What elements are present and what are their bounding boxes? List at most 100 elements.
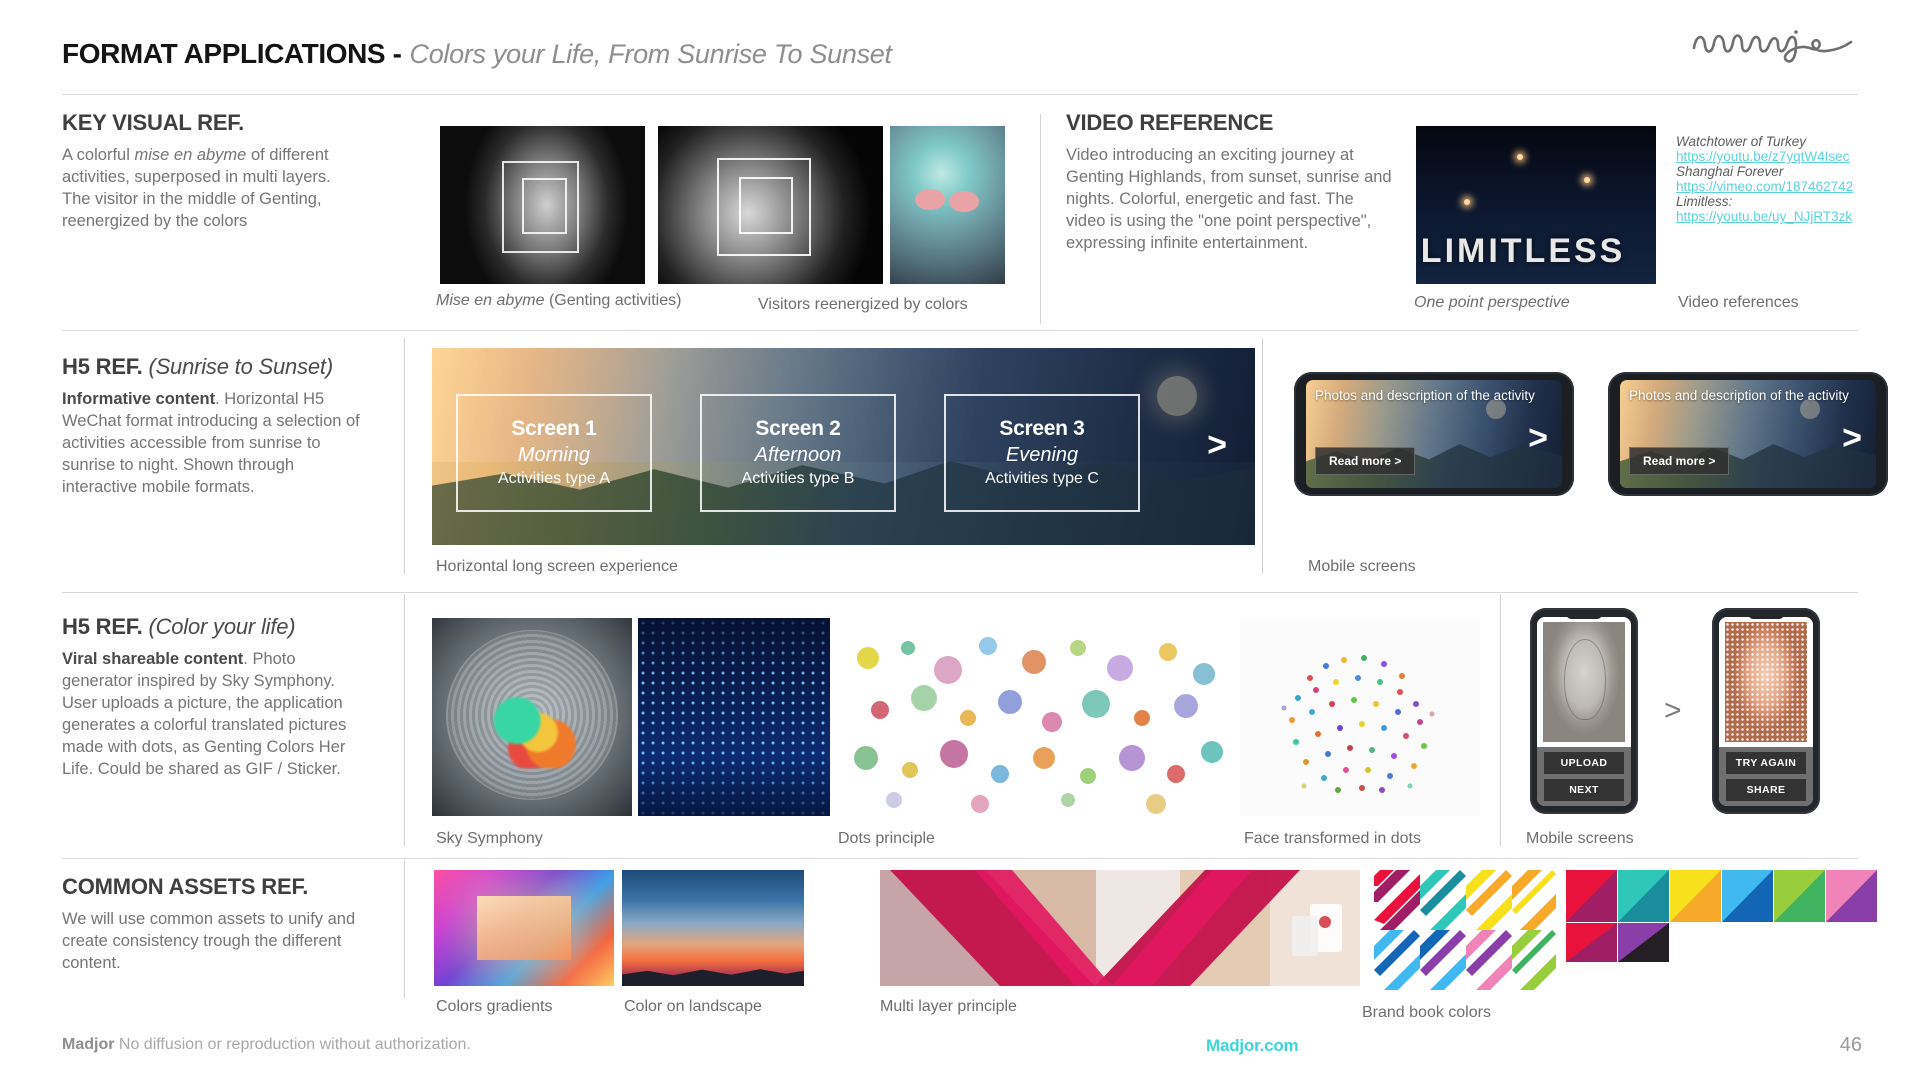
screen-2-title: Screen 2 xyxy=(755,416,841,440)
caption-multi-layer-principle: Multi layer principle xyxy=(880,998,1017,1015)
phone-2-screen: Photos and description of the activity R… xyxy=(1620,380,1876,488)
slide-footer: Madjor No diffusion or reproduction with… xyxy=(0,1020,1920,1080)
caption-video-references: Video references xyxy=(1678,294,1799,311)
screen-2-subtitle: Activities type B xyxy=(741,470,855,488)
video-link-url-1[interactable]: https://vimeo.com/187462742 xyxy=(1676,179,1853,194)
caption-mobile-screens-sunrise: Mobile screens xyxy=(1308,558,1416,575)
key-visual-heading: KEY VISUAL REF. xyxy=(62,110,245,135)
image-horizontal-long-screen: Screen 1 Morning Activities type A Scree… xyxy=(432,348,1255,545)
section-h5-sunrise: H5 REF. (Sunrise to Sunset) Informative … xyxy=(0,332,1920,578)
next-button[interactable]: NEXT xyxy=(1544,779,1624,801)
page-title: FORMAT APPLICATIONS - Colors your Life, … xyxy=(62,38,892,70)
image-face-dotted xyxy=(1725,622,1807,742)
image-limitless-text: LIMITLESS xyxy=(1420,232,1626,271)
screen-1-subtitle: Activities type A xyxy=(497,470,611,488)
mobile-screen-landscape-1[interactable]: Photos and description of the activity R… xyxy=(1294,372,1574,496)
common-assets-body: We will use common assets to unify and c… xyxy=(62,910,356,972)
h5-color-heading-bold: H5 REF. xyxy=(62,614,143,639)
image-multi-layer-principle xyxy=(880,870,1360,986)
key-visual-body-before: A colorful xyxy=(62,146,135,164)
slide-root: FORMAT APPLICATIONS - Colors your Life, … xyxy=(0,0,1920,1080)
caption-mobile-screens-color: Mobile screens xyxy=(1526,830,1634,847)
video-link-url-0[interactable]: https://youtu.be/z7yqtW4Isec xyxy=(1676,149,1853,164)
phone-1-overlay-text: Photos and description of the activity xyxy=(1315,388,1535,403)
transform-arrow-icon: > xyxy=(1664,694,1682,727)
screen-3-time: Evening xyxy=(1005,443,1079,466)
mobile-screen-landscape-2[interactable]: Photos and description of the activity R… xyxy=(1608,372,1888,496)
rule-row4 xyxy=(62,858,1858,859)
common-assets-heading-block: COMMON ASSETS REF. We will use common as… xyxy=(62,874,367,975)
vrule-h5-mobile xyxy=(1262,338,1263,574)
phone-3-button-area: UPLOAD NEXT xyxy=(1537,747,1631,806)
try-again-button[interactable]: TRY AGAIN xyxy=(1726,752,1806,774)
banner-screen-card-2[interactable]: Screen 2 Afternoon Activities type B xyxy=(700,394,896,512)
image-colors-gradients xyxy=(434,870,614,986)
banner-next-chevron-icon[interactable]: > xyxy=(1207,426,1227,465)
video-reference-heading: VIDEO REFERENCE xyxy=(1066,110,1274,135)
vrule-common-assets xyxy=(404,860,405,998)
h5-sunrise-heading-bold: H5 REF. xyxy=(62,354,143,379)
phone-notch-2 xyxy=(1747,612,1785,619)
share-button[interactable]: SHARE xyxy=(1726,779,1806,801)
mobile-screen-portrait-result[interactable]: TRY AGAIN SHARE xyxy=(1712,608,1820,814)
caption-horizontal-long-screen: Horizontal long screen experience xyxy=(436,558,678,575)
vrule-color-mobile xyxy=(1500,594,1501,846)
banner-screen-card-1[interactable]: Screen 1 Morning Activities type A xyxy=(456,394,652,512)
banner-moon xyxy=(1157,375,1198,416)
screen-1-title: Screen 1 xyxy=(511,416,597,440)
vrule-keyvisual-video xyxy=(1040,114,1041,324)
key-visual-body: A colorful mise en abyme of different ac… xyxy=(62,145,362,233)
image-color-on-landscape xyxy=(622,870,804,986)
h5-color-heading: H5 REF. (Color your life) xyxy=(62,614,367,640)
brand-book-color-grid xyxy=(1566,870,1878,967)
image-brand-chevron-pattern xyxy=(1374,870,1556,990)
page-title-main: FORMAT APPLICATIONS - xyxy=(62,38,402,69)
sky-symphony-color-splash xyxy=(492,689,576,769)
phone-3-screen: UPLOAD NEXT xyxy=(1537,617,1631,806)
image-mise-en-abyme-2 xyxy=(658,126,883,284)
light-glow-1 xyxy=(1516,154,1523,161)
phone-2-next-chevron-icon[interactable]: > xyxy=(1842,421,1862,455)
h5-sunrise-heading-italic: (Sunrise to Sunset) xyxy=(148,354,333,379)
footer-page-number: 46 xyxy=(1839,1034,1862,1056)
caption-mise-italic: Mise en abyme xyxy=(436,292,545,309)
section-common-assets: COMMON ASSETS REF. We will use common as… xyxy=(0,860,1920,1030)
phone-4-screen: TRY AGAIN SHARE xyxy=(1719,617,1813,806)
video-link-url-2[interactable]: https://youtu.be/uy_NJjRT3zk xyxy=(1676,209,1853,224)
footer-brand: Madjor xyxy=(62,1036,115,1053)
video-reference-heading-block: VIDEO REFERENCE Video introducing an exc… xyxy=(1066,110,1396,255)
h5-color-heading-block: H5 REF. (Color your life) Viral shareabl… xyxy=(62,614,367,781)
caption-dots-principle: Dots principle xyxy=(838,830,935,847)
vrule-h5-sunrise xyxy=(404,338,405,574)
h5-color-body-bold: Viral shareable content xyxy=(62,650,244,668)
h5-sunrise-body: Informative content. Horizontal H5 WeCha… xyxy=(62,389,367,499)
image-dots-principle xyxy=(838,618,1232,816)
h5-color-body: Viral shareable content. Photo generator… xyxy=(62,649,367,781)
banner-screen-card-3[interactable]: Screen 3 Evening Activities type C xyxy=(944,394,1140,512)
upload-button[interactable]: UPLOAD xyxy=(1544,752,1624,774)
phone-1-read-more-button[interactable]: Read more > xyxy=(1315,447,1416,475)
phone-1-screen: Photos and description of the activity R… xyxy=(1306,380,1562,488)
light-glow-2 xyxy=(1584,176,1590,183)
caption-one-point-perspective-text: One point perspective xyxy=(1414,294,1570,311)
video-link-title-2: Limitless: xyxy=(1676,194,1733,209)
image-mise-en-abyme-1 xyxy=(440,126,645,284)
video-link-title-0: Watchtower of Turkey xyxy=(1676,134,1807,149)
section-h5-color: H5 REF. (Color your life) Viral shareabl… xyxy=(0,594,1920,852)
video-link-title-1: Shanghai Forever xyxy=(1676,164,1784,179)
h5-sunrise-heading-block: H5 REF. (Sunrise to Sunset) Informative … xyxy=(62,354,367,499)
caption-mise-rest: (Genting activities) xyxy=(544,292,682,309)
caption-mise-en-abyme: Mise en abyme (Genting activities) xyxy=(436,292,681,310)
caption-color-on-landscape: Color on landscape xyxy=(624,998,762,1015)
phone-2-read-more-button[interactable]: Read more > xyxy=(1629,447,1730,475)
h5-color-heading-italic: (Color your life) xyxy=(148,614,296,639)
footer-site-link[interactable]: Madjor.com xyxy=(1206,1036,1299,1056)
rule-top xyxy=(62,94,1858,95)
caption-sky-symphony: Sky Symphony xyxy=(436,830,543,847)
image-face-transformed-in-dots xyxy=(1240,618,1480,816)
phone-1-next-chevron-icon[interactable]: > xyxy=(1528,421,1548,455)
mobile-screen-portrait-upload[interactable]: UPLOAD NEXT xyxy=(1530,608,1638,814)
image-one-point-perspective: LIMITLESS xyxy=(1416,126,1656,284)
h5-sunrise-heading: H5 REF. (Sunrise to Sunset) xyxy=(62,354,367,380)
screen-3-title: Screen 3 xyxy=(999,416,1085,440)
